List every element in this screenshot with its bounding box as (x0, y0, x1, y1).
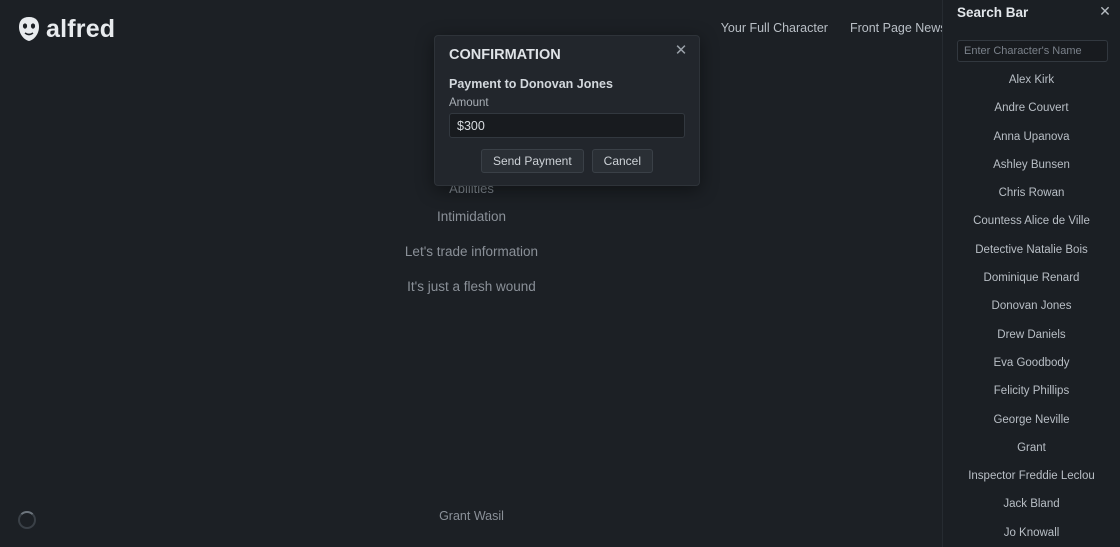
search-panel: Search Bar ✕ Alex KirkAndre CouvertAnna … (942, 0, 1120, 547)
list-item[interactable]: Eva Goodbody (943, 349, 1120, 377)
close-icon[interactable]: ✕ (673, 43, 689, 59)
list-item[interactable]: Countess Alice de Ville (943, 207, 1120, 235)
character-name-list: Alex Kirk Andre Couvert Anna Upanova Ashley… (943, 66, 1120, 547)
cancel-button[interactable]: Cancel (591, 149, 654, 173)
list-item[interactable]: Dominique Renard (943, 264, 1120, 292)
brand-name: alfred (46, 14, 116, 43)
payment-recipient-label: Payment to Donovan Jones (449, 77, 613, 91)
list-item[interactable]: Inspector Freddie Leclou (943, 462, 1120, 490)
confirmation-dialog: CONFIRMATION ✕ Payment to Donovan Jones … (434, 35, 700, 186)
spinner-icon (18, 511, 36, 529)
list-item[interactable]: Donovan Jones (943, 292, 1120, 320)
nav-your-full-character[interactable]: Your Full Character (721, 21, 828, 35)
send-payment-button[interactable]: Send Payment (480, 149, 584, 173)
list-item[interactable]: Drew Daniels (943, 321, 1120, 349)
nav-front-page-news[interactable]: Front Page News! (850, 21, 950, 35)
list-item[interactable]: Ashley Bunsen (943, 151, 1120, 179)
brand-logo[interactable]: alfred (18, 16, 115, 42)
search-panel-title: Search Bar (957, 5, 1029, 20)
list-item[interactable]: George Neville (943, 406, 1120, 434)
list-item[interactable]: Jack Bland (943, 490, 1120, 518)
ability-item[interactable]: Intimidation (0, 209, 943, 224)
list-item[interactable]: Alex Kirk (943, 66, 1120, 94)
list-item[interactable]: Felicity Phillips (943, 377, 1120, 405)
amount-label: Amount (449, 97, 489, 109)
character-name-footer: Grant Wasil (439, 509, 504, 523)
list-item[interactable]: Chris Rowan (943, 179, 1120, 207)
dialog-actions: Send Payment Cancel (435, 149, 699, 173)
list-item[interactable]: Detective Natalie Bois (943, 236, 1120, 264)
list-item[interactable]: Andre Couvert (943, 94, 1120, 122)
search-input[interactable] (957, 40, 1108, 62)
mask-logo-icon (18, 16, 40, 42)
list-item[interactable]: Anna Upanova (943, 123, 1120, 151)
amount-input[interactable] (449, 113, 685, 138)
dialog-title: CONFIRMATION (449, 47, 561, 63)
ability-item[interactable]: It's just a flesh wound (0, 279, 943, 294)
list-item[interactable]: Jo Knowall (943, 519, 1120, 547)
list-item[interactable]: Grant (943, 434, 1120, 462)
ability-item[interactable]: Let's trade information (0, 244, 943, 259)
close-icon[interactable]: ✕ (1097, 3, 1113, 19)
top-nav: Your Full Character Front Page News! (721, 21, 950, 35)
